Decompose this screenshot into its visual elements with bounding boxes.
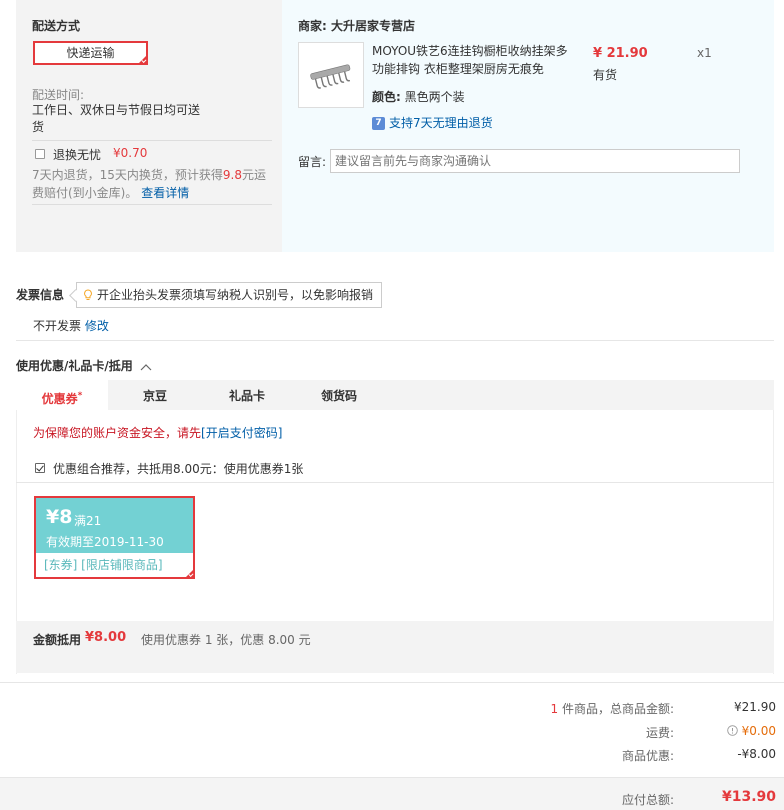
tab-jingdou[interactable]: 京豆 (116, 380, 194, 410)
memo-input[interactable] (330, 149, 740, 173)
coupon-condition: 满21 (74, 514, 102, 528)
swap-checkbox[interactable] (35, 146, 45, 160)
tab-gift-card[interactable]: 礼品卡 (208, 380, 286, 410)
coupon-section-toggle[interactable]: 使用优惠/礼品卡/抵用 (16, 357, 152, 374)
coupon-card-header: ¥8 满21 有效期至2019-11-30 (36, 498, 193, 553)
coupon-card[interactable]: ¥8 满21 有效期至2019-11-30 [东券] [限店铺限商品] (34, 496, 195, 579)
product-color: 颜色: 黑色两个装 (372, 88, 465, 105)
info-icon[interactable] (726, 725, 738, 736)
item-count: 1 (550, 702, 559, 716)
product-price: ¥ 21.90 (593, 46, 648, 61)
shipping-method-button[interactable]: 快递运输 (33, 41, 148, 65)
swap-desc-text: 7天内退货，15天内换货，预计获得 (32, 168, 223, 182)
divider (32, 140, 272, 141)
stock-status: 有货 (593, 68, 618, 82)
return-policy[interactable]: 7 支持7天无理由退货 (372, 114, 493, 131)
coupon-tags: [东券] [限店铺限商品] (44, 558, 163, 572)
enable-pay-password-link[interactable]: [开启支付密码] (201, 426, 282, 440)
freight-value: ¥0.00 (741, 724, 776, 738)
payable-value: ¥13.90 (721, 789, 776, 805)
delivery-time-label: 配送时间: (32, 88, 85, 102)
goods-total-label-text: 件商品，总商品金额: (561, 702, 674, 716)
coupon-validity: 有效期至2019-11-30 (46, 535, 164, 549)
product-image[interactable] (298, 42, 364, 108)
coupon-selected-check-icon (185, 569, 194, 578)
lightbulb-icon (84, 289, 92, 300)
swap-label: 退换无忧 (53, 148, 102, 162)
shipping-method-label: 快递运输 (66, 46, 115, 60)
invoice-modify-link[interactable]: 修改 (85, 319, 109, 333)
payable-bar: 应付总额: ¥13.90 (0, 777, 784, 810)
divider (32, 204, 272, 205)
freight-row: ¥0.00 (686, 724, 776, 738)
hook-rack-icon (310, 64, 351, 89)
deduction-description: 使用优惠券 1 张，优惠 8.00 元 (141, 633, 311, 647)
invoice-status-row: 不开发票 修改 (33, 317, 109, 334)
discount-label: 商品优惠: (621, 749, 674, 763)
divider (0, 682, 784, 683)
swap-price: ¥0.70 (113, 146, 148, 160)
merchant-label: 商家: (298, 19, 327, 33)
tab-pickup-code[interactable]: 领货码 (300, 380, 378, 410)
seven-day-return-icon: 7 (372, 117, 385, 130)
color-value: 黑色两个装 (404, 90, 465, 104)
product-quantity: x1 (697, 46, 712, 60)
payable-label: 应付总额: (621, 793, 674, 807)
invoice-heading: 发票信息 (16, 288, 65, 302)
combo-recommendation: 优惠组合推荐，共抵用8.00元：使用优惠券1张 (53, 462, 304, 476)
goods-total-label: 1 件商品，总商品金额: (474, 700, 674, 717)
goods-total-value: ¥21.90 (734, 700, 776, 714)
shop-panel (282, 0, 774, 252)
swap-desc-highlight: 9.8 (222, 168, 242, 182)
combo-checkbox[interactable] (35, 460, 45, 474)
view-details-link[interactable]: 查看详情 (141, 186, 189, 200)
coupon-tabs: 优惠券* 京豆 礼品卡 领货码 (16, 380, 774, 410)
tab-coupon[interactable]: 优惠券* (16, 380, 108, 410)
deduction-amount: ¥8.00 (85, 630, 127, 645)
merchant-heading: 商家: 大升居家专营店 (298, 17, 415, 34)
deduction-label: 金额抵用 (33, 633, 82, 647)
return-policy-text: 支持7天无理由退货 (389, 116, 493, 130)
security-warning-text: 为保障您的账户资金安全，请先 (33, 426, 202, 440)
tab-marker: * (77, 391, 83, 401)
security-warning: 为保障您的账户资金安全，请先[开启支付密码] (33, 424, 282, 441)
discount-value: -¥8.00 (737, 747, 776, 761)
invoice-tip-text: 开企业抬头发票须填写纳税人识别号，以免影响报销 (97, 288, 374, 302)
merchant-name[interactable]: 大升居家专营店 (331, 19, 415, 33)
memo-label: 留言: (298, 155, 327, 169)
divider (16, 482, 774, 483)
tab-coupon-label: 优惠券 (41, 392, 78, 406)
swap-description: 7天内退货，15天内换货，预计获得9.8元运费赔付(到小金库)。 查看详情 (32, 166, 272, 202)
coupon-section-heading: 使用优惠/礼品卡/抵用 (16, 359, 133, 373)
product-title[interactable]: MOYOU铁艺6连挂钩橱柜收纳挂架多功能排钩 衣柜整理架厨房无痕免 (372, 42, 568, 78)
shipping-heading: 配送方式 (32, 19, 81, 33)
invoice-status: 不开发票 (33, 319, 82, 333)
divider (16, 340, 774, 341)
coupon-amount: ¥8 (46, 506, 73, 528)
coupon-summary-bar: 金额抵用 ¥8.00 使用优惠券 1 张，优惠 8.00 元 (16, 621, 774, 673)
chevron-up-icon (140, 363, 152, 370)
selected-check-icon (138, 55, 147, 64)
delivery-time-value: 工作日、双休日与节假日均可送货 (32, 103, 201, 134)
freight-label: 运费: (645, 726, 674, 740)
color-label: 颜色: (372, 90, 401, 104)
invoice-tip: 开企业抬头发票须填写纳税人识别号，以免影响报销 (76, 282, 382, 308)
